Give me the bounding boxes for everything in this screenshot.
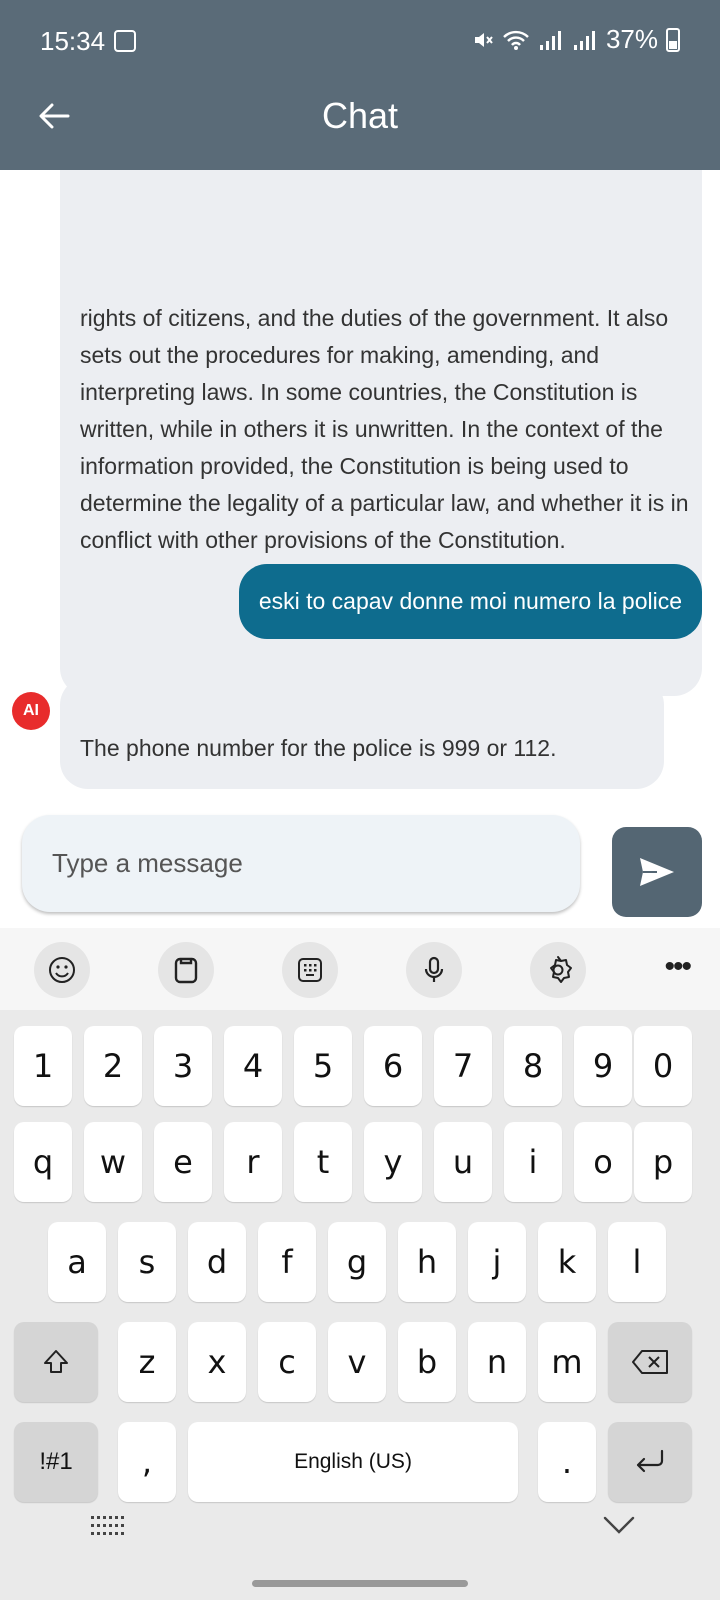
message-input[interactable]	[22, 815, 580, 912]
mic-icon	[424, 956, 444, 982]
clipboard-icon	[174, 957, 198, 984]
wifi-icon	[503, 30, 529, 50]
key-6[interactable]: 6	[364, 1026, 422, 1106]
key-c[interactable]: c	[258, 1322, 316, 1402]
settings-icon	[550, 956, 572, 983]
key-0[interactable]: 0	[634, 1026, 692, 1106]
key-x[interactable]: x	[188, 1322, 246, 1402]
chat-list[interactable]: rights of citizens, and the duties of th…	[0, 170, 720, 920]
app-bar: 15:34 37% Chat	[0, 0, 720, 170]
key-d[interactable]: d	[188, 1222, 246, 1302]
page-title: Chat	[321, 95, 399, 136]
ai-message-bubble: The phone number for the police is 999 o…	[60, 677, 664, 789]
key-9[interactable]: 9	[574, 1026, 632, 1106]
backspace-icon	[632, 1350, 668, 1374]
key-a[interactable]: a	[48, 1222, 106, 1302]
keypad-button[interactable]	[282, 942, 338, 998]
key-q[interactable]: q	[14, 1122, 72, 1202]
status-time: 15:34	[40, 26, 106, 56]
chevron-down-icon[interactable]	[602, 1510, 636, 1540]
ai-message-text: The phone number for the police is 999 o…	[80, 735, 557, 761]
key-4[interactable]: 4	[224, 1026, 282, 1106]
clipboard-button[interactable]	[158, 942, 214, 998]
key-g[interactable]: g	[328, 1222, 386, 1302]
screenshot-indicator-icon	[114, 30, 136, 52]
key-s[interactable]: s	[118, 1222, 176, 1302]
key-n[interactable]: n	[468, 1322, 526, 1402]
battery-percent: 37%	[605, 24, 658, 54]
key-p[interactable]: p	[634, 1122, 692, 1202]
key-z[interactable]: z	[118, 1322, 176, 1402]
battery-icon	[666, 27, 680, 52]
send-icon	[640, 858, 674, 886]
ai-avatar: AI	[12, 692, 50, 730]
key-3[interactable]: 3	[154, 1026, 212, 1106]
key-e[interactable]: e	[154, 1122, 212, 1202]
keypad-icon	[298, 958, 322, 982]
key-2[interactable]: 2	[84, 1026, 142, 1106]
emoji-icon	[49, 957, 75, 983]
key-o[interactable]: o	[574, 1122, 632, 1202]
enter-icon	[636, 1449, 664, 1473]
shift-icon	[44, 1350, 68, 1373]
keyboard-toolbar: •••	[0, 928, 720, 1010]
key-v[interactable]: v	[328, 1322, 386, 1402]
key-h[interactable]: h	[398, 1222, 456, 1302]
gesture-handle[interactable]	[252, 1580, 468, 1587]
signal-icon-2	[573, 30, 595, 50]
symbols-key[interactable]: !#1	[14, 1422, 98, 1502]
enter-key[interactable]	[608, 1422, 692, 1502]
key-l[interactable]: l	[608, 1222, 666, 1302]
key-5[interactable]: 5	[294, 1026, 352, 1106]
composer	[0, 815, 720, 927]
backspace-key[interactable]	[608, 1322, 692, 1402]
more-icon[interactable]: •••	[664, 950, 691, 984]
send-button[interactable]	[612, 827, 702, 917]
space-key[interactable]: English (US)	[188, 1422, 518, 1502]
key-j[interactable]: j	[468, 1222, 526, 1302]
key-b[interactable]: b	[398, 1322, 456, 1402]
key-f[interactable]: f	[258, 1222, 316, 1302]
signal-icon	[539, 30, 561, 50]
key-r[interactable]: r	[224, 1122, 282, 1202]
key-u[interactable]: u	[434, 1122, 492, 1202]
key-t[interactable]: t	[294, 1122, 352, 1202]
user-message-bubble: eski to capav donne moi numero la police	[238, 564, 702, 639]
key-y[interactable]: y	[364, 1122, 422, 1202]
keyboard-settings-button[interactable]	[530, 942, 586, 998]
emoji-button[interactable]	[34, 942, 90, 998]
key-period[interactable]: .	[538, 1422, 596, 1502]
key-1[interactable]: 1	[14, 1026, 72, 1106]
key-7[interactable]: 7	[434, 1026, 492, 1106]
user-message-text: eski to capav donne moi numero la police	[258, 588, 682, 614]
keyboard-switch-icon[interactable]	[90, 1514, 124, 1538]
ai-message-text: rights of citizens, and the duties of th…	[80, 305, 689, 553]
key-8[interactable]: 8	[504, 1026, 562, 1106]
status-icons: 37%	[472, 24, 680, 55]
key-w[interactable]: w	[84, 1122, 142, 1202]
key-m[interactable]: m	[538, 1322, 596, 1402]
key-comma[interactable]: ,	[118, 1422, 176, 1502]
shift-key[interactable]	[14, 1322, 98, 1402]
mute-icon	[474, 32, 493, 47]
key-k[interactable]: k	[538, 1222, 596, 1302]
voice-input-button[interactable]	[406, 942, 462, 998]
key-i[interactable]: i	[504, 1122, 562, 1202]
